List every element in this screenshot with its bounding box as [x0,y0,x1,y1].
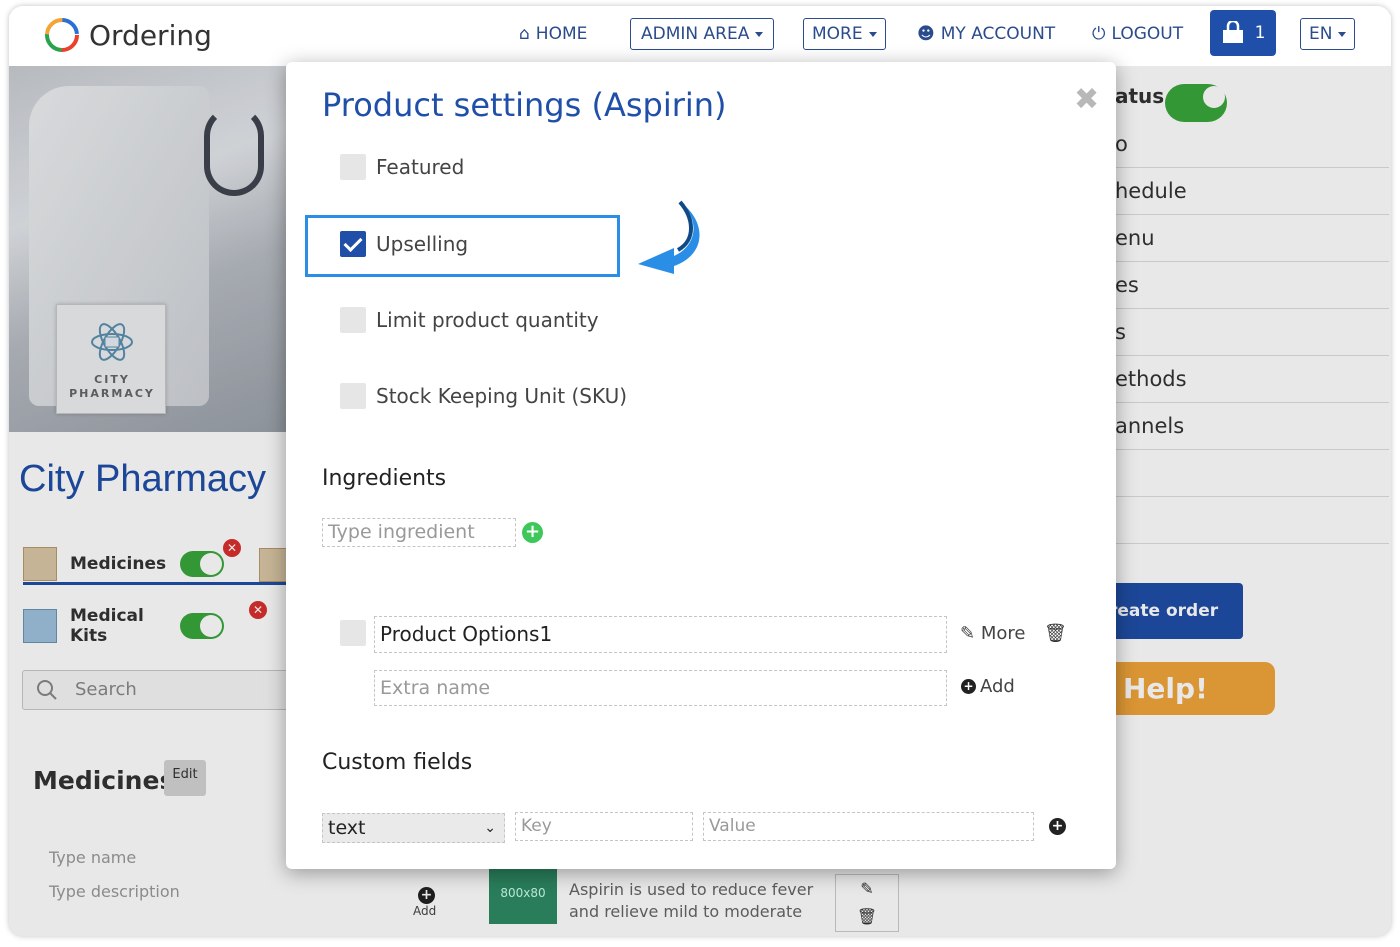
ingredient-placeholder: Type ingredient [328,521,475,543]
upselling-label: Upselling [376,232,469,256]
user-icon: ☻ [917,24,935,44]
add-custom-field-icon[interactable]: + [1049,818,1066,835]
chevron-down-icon [868,31,877,37]
trash-icon[interactable]: 🗑 [1044,623,1067,644]
cart-button[interactable]: 1 [1210,10,1276,56]
nav-my-account[interactable]: ☻ MY ACCOUNT [917,18,1055,50]
product-settings-modal: Product settings (Aspirin) ✖ Featured Up… [286,62,1116,869]
custom-field-type-value: text [328,817,366,839]
nav-more[interactable]: MORE [803,18,886,50]
power-icon: ⏻ [1092,24,1106,44]
chevron-down-icon [755,31,764,37]
nav-my-account-label: MY ACCOUNT [940,24,1056,44]
custom-field-type-select[interactable]: text ⌄ [322,813,505,843]
app-window: Ordering ⌂ HOME ADMIN AREA MORE ☻ MY ACC… [9,6,1391,936]
upselling-option[interactable]: Upselling [340,229,468,259]
ordering-logo-icon [45,18,79,52]
nav-logout-label: LOGOUT [1111,24,1184,44]
nav-more-label: MORE [812,24,863,44]
sku-option[interactable]: Stock Keeping Unit (SKU) [340,381,627,411]
custom-field-value-input[interactable]: Value [703,812,1034,841]
more-label: More [980,623,1026,644]
chevron-down-icon: ⌄ [484,820,496,836]
shopping-bag-icon [1222,21,1243,43]
ingredient-input[interactable]: Type ingredient [322,518,516,547]
product-option-input[interactable]: Product Options1 [374,616,947,653]
chevron-down-icon [1338,31,1347,37]
close-icon[interactable]: ✖ [1074,82,1099,117]
edit-icon: ✎ [960,623,976,644]
top-navbar: Ordering ⌂ HOME ADMIN AREA MORE ☻ MY ACC… [9,6,1391,66]
language-select[interactable]: EN [1300,18,1356,50]
nav-home-label: HOME [535,24,588,44]
nav-admin-area-label: ADMIN AREA [641,24,750,44]
nav-admin-area[interactable]: ADMIN AREA [630,18,775,50]
extra-name-input[interactable]: Extra name [374,670,947,706]
modal-title: Product settings (Aspirin) [322,86,727,124]
logo-text[interactable]: Ordering [89,19,212,52]
cart-count: 1 [1254,23,1266,43]
more-button[interactable]: ✎ More [960,623,1025,644]
featured-option[interactable]: Featured [340,152,464,182]
language-label: EN [1309,24,1333,44]
product-option-checkbox[interactable] [340,620,366,646]
nav-logout[interactable]: ⏻ LOGOUT [1092,18,1183,50]
limit-quantity-label: Limit product quantity [376,308,599,332]
featured-label: Featured [376,155,465,179]
sku-label: Stock Keeping Unit (SKU) [376,384,628,408]
sku-checkbox[interactable] [340,383,366,409]
value-placeholder: Value [709,816,756,836]
key-placeholder: Key [521,816,552,836]
product-option-value: Product Options1 [380,622,553,646]
home-icon: ⌂ [519,24,530,44]
custom-fields-title: Custom fields [322,750,473,775]
add-extra-label[interactable]: Add [980,676,1015,697]
limit-quantity-option[interactable]: Limit product quantity [340,305,599,335]
custom-field-key-input[interactable]: Key [515,812,693,841]
add-ingredient-icon[interactable]: + [522,522,543,543]
featured-checkbox[interactable] [340,154,366,180]
nav-home[interactable]: ⌂ HOME [519,18,587,50]
pointer-arrow-icon [638,200,700,274]
upselling-checkbox[interactable] [340,231,366,257]
ingredients-title: Ingredients [322,466,447,491]
extra-name-placeholder: Extra name [380,677,491,699]
add-extra-icon[interactable]: + [961,679,976,694]
limit-quantity-checkbox[interactable] [340,307,366,333]
